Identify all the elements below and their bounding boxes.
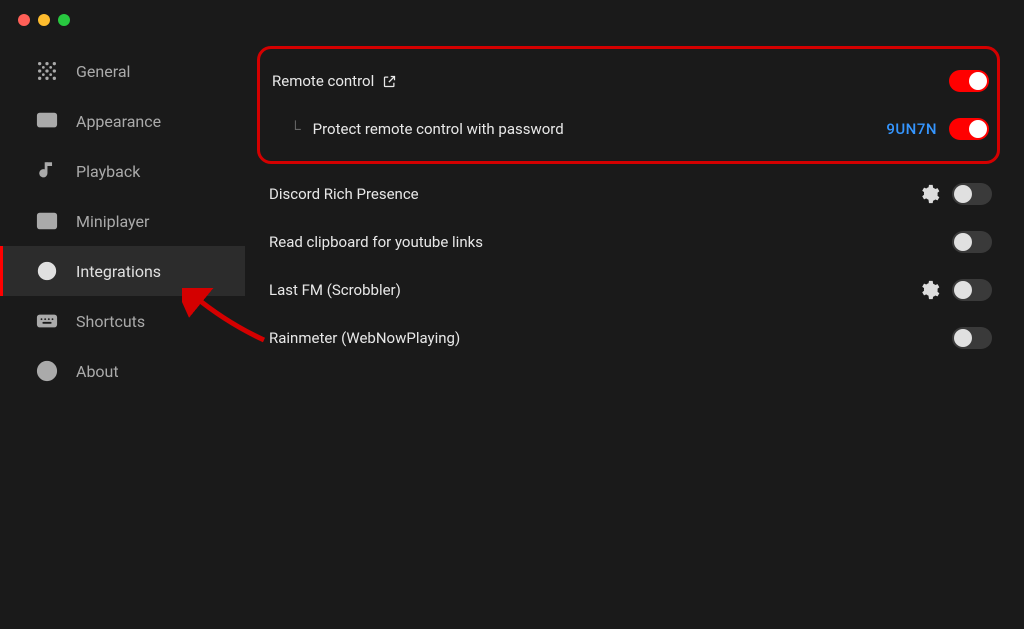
rainmeter-toggle[interactable] — [952, 327, 992, 349]
lastfm-settings-button[interactable] — [918, 279, 940, 301]
keyboard-icon — [36, 310, 58, 332]
sidebar: General Appearance Playback — [0, 36, 245, 625]
lastfm-label: Last FM (Scrobbler) — [269, 281, 906, 299]
remote-control-row: Remote control — [272, 57, 989, 105]
password-protect-row: └ Protect remote control with password 9… — [272, 105, 989, 153]
password-protect-toggle[interactable] — [949, 118, 989, 140]
external-link-icon — [382, 74, 397, 89]
lastfm-toggle[interactable] — [952, 279, 992, 301]
sidebar-item-label: Appearance — [76, 112, 161, 131]
minimize-window-button[interactable] — [38, 14, 50, 26]
window-controls — [0, 0, 1024, 36]
sidebar-item-general[interactable]: General — [0, 46, 245, 96]
close-window-button[interactable] — [18, 14, 30, 26]
sub-indicator-icon: └ — [290, 120, 301, 138]
target-icon — [36, 260, 58, 282]
sidebar-item-integrations[interactable]: Integrations — [0, 246, 245, 296]
sidebar-item-appearance[interactable]: Appearance — [0, 96, 245, 146]
sidebar-item-label: Miniplayer — [76, 212, 149, 231]
sidebar-item-miniplayer[interactable]: Miniplayer — [0, 196, 245, 246]
lastfm-row: Last FM (Scrobbler) — [269, 266, 1000, 314]
grid-icon — [36, 60, 58, 82]
monitor-icon — [36, 110, 58, 132]
pip-icon — [36, 210, 58, 232]
discord-settings-button[interactable] — [918, 183, 940, 205]
sidebar-item-shortcuts[interactable]: Shortcuts — [0, 296, 245, 346]
clipboard-toggle[interactable] — [952, 231, 992, 253]
sidebar-item-label: Playback — [76, 162, 140, 181]
sidebar-item-label: About — [76, 362, 119, 381]
highlight-annotation: Remote control └ Protect remote control … — [257, 46, 1000, 164]
discord-label: Discord Rich Presence — [269, 185, 906, 203]
sidebar-item-label: Integrations — [76, 262, 161, 281]
sidebar-item-about[interactable]: About — [0, 346, 245, 396]
discord-toggle[interactable] — [952, 183, 992, 205]
maximize-window-button[interactable] — [58, 14, 70, 26]
rainmeter-row: Rainmeter (WebNowPlaying) — [269, 314, 1000, 362]
discord-row: Discord Rich Presence — [269, 170, 1000, 218]
clipboard-row: Read clipboard for youtube links — [269, 218, 1000, 266]
password-code[interactable]: 9UN7N — [886, 120, 937, 138]
sidebar-item-label: General — [76, 62, 130, 81]
sidebar-item-label: Shortcuts — [76, 312, 145, 331]
info-icon — [36, 360, 58, 382]
remote-control-toggle[interactable] — [949, 70, 989, 92]
rainmeter-label: Rainmeter (WebNowPlaying) — [269, 329, 940, 347]
sidebar-item-playback[interactable]: Playback — [0, 146, 245, 196]
clipboard-label: Read clipboard for youtube links — [269, 233, 940, 251]
music-icon — [36, 160, 58, 182]
remote-control-label[interactable]: Remote control — [272, 72, 937, 90]
password-protect-label: └ Protect remote control with password — [272, 120, 874, 138]
content-panel: Remote control └ Protect remote control … — [245, 36, 1024, 625]
